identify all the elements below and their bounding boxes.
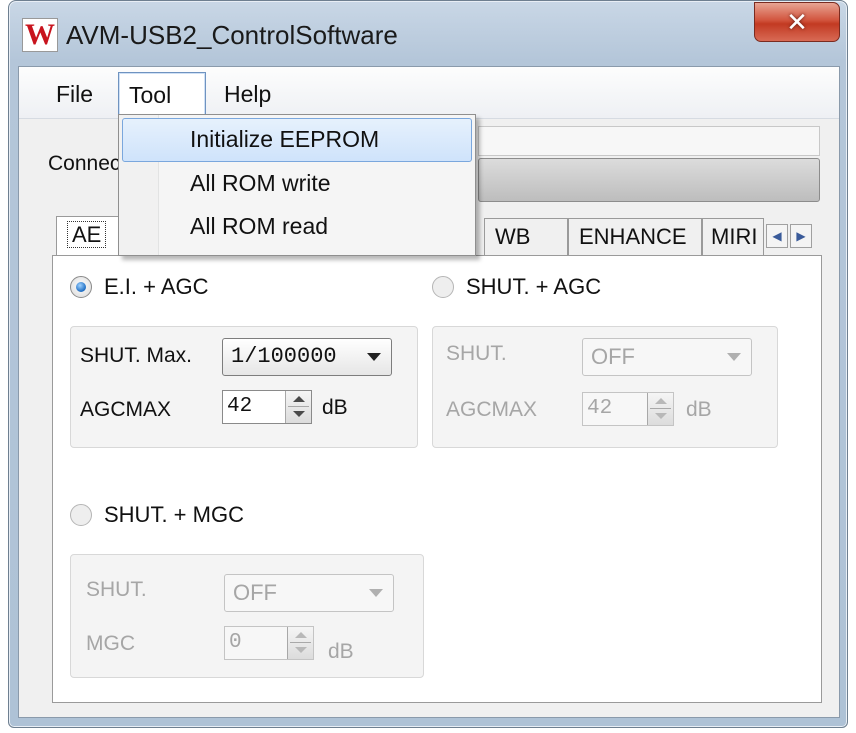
radio-shut-agc[interactable] [432,276,454,298]
shut-max-label: SHUT. Max. [80,344,193,367]
connect-status-field [478,126,820,156]
menu-file[interactable]: File [46,72,103,116]
tab-enhance-label: ENHANCE [579,224,687,249]
chevron-right-icon: ▶ [796,229,806,243]
radio-shut-mgc-label: SHUT. + MGC [104,502,244,527]
agcmax-label: AGCMAX [80,398,172,421]
menu-item-all-rom-write[interactable]: All ROM write [190,170,331,197]
agcmax-spinner[interactable]: 42 [222,390,312,424]
window-title: AVM-USB2_ControlSoftware [66,20,398,50]
shut-agc-agcmax-unit: dB [686,398,712,421]
connect-label: Connec [48,152,121,175]
tab-scroll-right[interactable]: ▶ [790,224,812,248]
mgc-unit: dB [328,640,354,663]
menu-help[interactable]: Help [214,72,281,116]
connect-button[interactable] [478,158,820,202]
radio-ei-agc-label: E.I. + AGC [104,274,209,299]
chevron-down-icon [727,353,741,361]
tab-ae[interactable]: AE [56,216,122,256]
shut-mgc-shut-select[interactable]: OFF [224,574,394,612]
chevron-down-icon [367,353,381,361]
tab-scroll-left[interactable]: ◀ [766,224,788,248]
agcmax-unit: dB [322,396,348,419]
spinner-arrows-icon[interactable] [647,393,673,425]
mgc-spinner[interactable]: 0 [224,626,314,660]
tab-mirror[interactable]: MIRI [702,218,764,256]
tab-ae-label: AE [67,221,107,248]
mgc-value: 0 [229,631,242,654]
shut-max-value: 1/100000 [231,344,337,369]
chevron-down-icon [369,589,383,597]
radio-shut-agc-label: SHUT. + AGC [466,274,602,299]
shut-agc-shut-select[interactable]: OFF [582,338,752,376]
radio-shut-mgc[interactable] [70,504,92,526]
menu-item-all-rom-read[interactable]: All ROM read [190,213,328,240]
tab-enhance[interactable]: ENHANCE [568,218,702,256]
radio-ei-agc[interactable] [70,276,92,298]
shut-agc-agcmax-value: 42 [587,397,613,420]
spinner-arrows-icon[interactable] [285,391,311,423]
close-icon: ✕ [786,6,808,37]
shut-agc-agcmax-label: AGCMAX [446,398,538,421]
tab-wb-label: WB [495,224,531,249]
shut-agc-agcmax-spinner[interactable]: 42 [582,392,674,426]
tab-wb[interactable]: WB [484,218,568,256]
shut-mgc-shut-label: SHUT. [86,578,147,601]
agcmax-value: 42 [227,395,253,418]
spinner-arrows-icon[interactable] [287,627,313,659]
menu-tool[interactable]: Tool [118,72,206,116]
shut-mgc-shut-value: OFF [233,580,277,605]
chevron-left-icon: ◀ [772,229,782,243]
shut-agc-shut-value: OFF [591,344,635,369]
shut-max-select[interactable]: 1/100000 [222,338,392,376]
tab-mirror-label: MIRI [711,224,758,249]
close-button[interactable]: ✕ [754,2,840,42]
app-logo-icon: W [22,18,58,52]
mgc-label: MGC [86,632,135,655]
shut-agc-shut-label: SHUT. [446,342,507,365]
menu-item-initialize-eeprom[interactable]: Initialize EEPROM [190,126,379,153]
